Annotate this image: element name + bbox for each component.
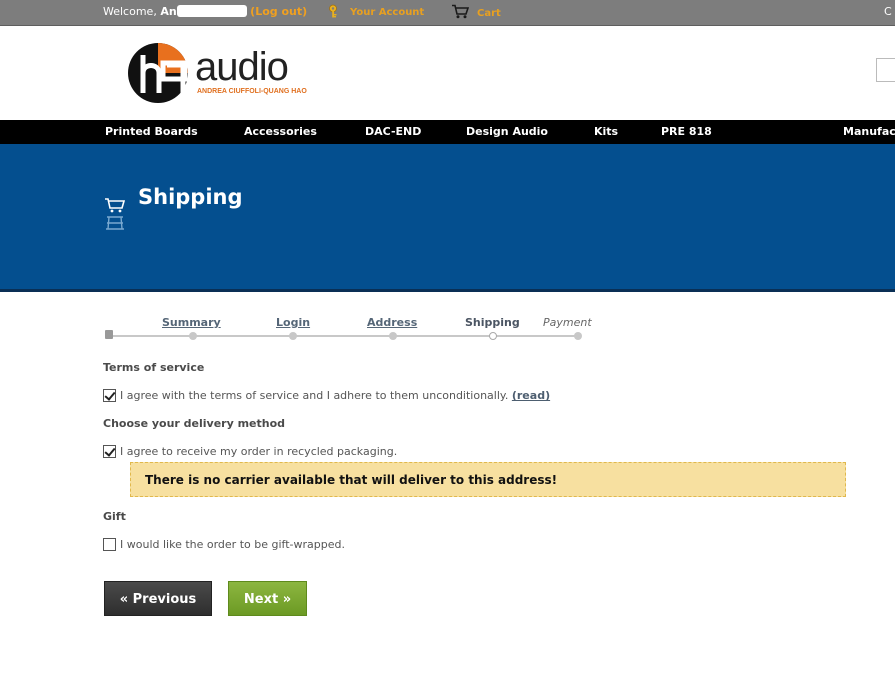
step-address[interactable]: Address [367, 316, 417, 329]
step-shipping: Shipping [465, 316, 520, 329]
alert-text: There is no carrier available that will … [145, 473, 558, 487]
steps-line [108, 335, 580, 337]
no-carrier-alert: There is no carrier available that will … [130, 462, 846, 497]
search-input[interactable] [876, 58, 895, 82]
nav-item-pre-818[interactable]: PRE 818 [661, 125, 712, 138]
shopping-cart-stack-icon [105, 198, 126, 230]
terms-row: I agree with the terms of service and I … [103, 389, 550, 402]
nav-item-dac-end[interactable]: DAC-END [365, 125, 421, 138]
terms-checkbox[interactable] [103, 389, 116, 402]
step-dot-shipping [489, 332, 497, 340]
nav-item-accessories[interactable]: Accessories [244, 125, 317, 138]
cart-icon [452, 4, 469, 19]
welcome-text: Welcome, An (Log out) [103, 5, 308, 18]
step-dot-payment [574, 332, 582, 340]
top-bar: Welcome, An (Log out) Your Account Cart … [0, 0, 895, 26]
step-summary[interactable]: Summary [162, 316, 221, 329]
step-dot-summary [189, 332, 197, 340]
nav-item-printed-boards[interactable]: Printed Boards [105, 125, 198, 138]
step-dot-login [289, 332, 297, 340]
redacted-name [176, 5, 247, 17]
cart-link[interactable]: Cart [451, 4, 501, 19]
user-name: An [160, 5, 177, 18]
logout-link[interactable]: (Log out) [250, 5, 307, 18]
your-account-link[interactable]: Your Account [328, 4, 424, 18]
delivery-heading: Choose your delivery method [103, 417, 286, 430]
key-icon [329, 4, 337, 18]
checkout-steps: Summary Login Address Shipping Payment [103, 314, 623, 344]
recycled-checkbox[interactable] [103, 445, 116, 458]
hq-logo-icon [128, 43, 188, 103]
logo-tagline: ANDREA CIUFFOLI-QUANG HAO [197, 88, 307, 95]
recycled-label: I agree to receive my order in recycled … [120, 445, 398, 458]
nav-item-kits[interactable]: Kits [594, 125, 618, 138]
nav-item-manufacturers[interactable]: Manufac [843, 125, 895, 138]
topbar-cut-text: C [884, 5, 892, 18]
lock-icon [105, 330, 113, 339]
recycled-row: I agree to receive my order in recycled … [103, 445, 397, 458]
nav-item-design-audio[interactable]: Design Audio [466, 125, 548, 138]
terms-label: I agree with the terms of service and I … [120, 389, 509, 402]
terms-heading: Terms of service [103, 361, 205, 374]
step-payment: Payment [543, 316, 592, 329]
gift-label: I would like the order to be gift-wrappe… [120, 538, 345, 551]
step-dot-address [389, 332, 397, 340]
gift-row: I would like the order to be gift-wrappe… [103, 538, 345, 551]
logo-text: audio [195, 45, 289, 89]
gift-checkbox[interactable] [103, 538, 116, 551]
site-logo[interactable]: audio ANDREA CIUFFOLI-QUANG HAO [127, 41, 307, 105]
main-nav: Printed Boards Accessories DAC-END Desig… [0, 120, 895, 144]
page-title: Shipping [138, 185, 243, 209]
page-banner: Shipping [0, 144, 895, 292]
site-header: audio ANDREA CIUFFOLI-QUANG HAO [0, 27, 895, 120]
terms-read-link[interactable]: (read) [512, 389, 550, 402]
gift-heading: Gift [103, 510, 126, 523]
next-button[interactable]: Next » [228, 581, 307, 616]
previous-button[interactable]: « Previous [104, 581, 212, 616]
step-login[interactable]: Login [276, 316, 310, 329]
